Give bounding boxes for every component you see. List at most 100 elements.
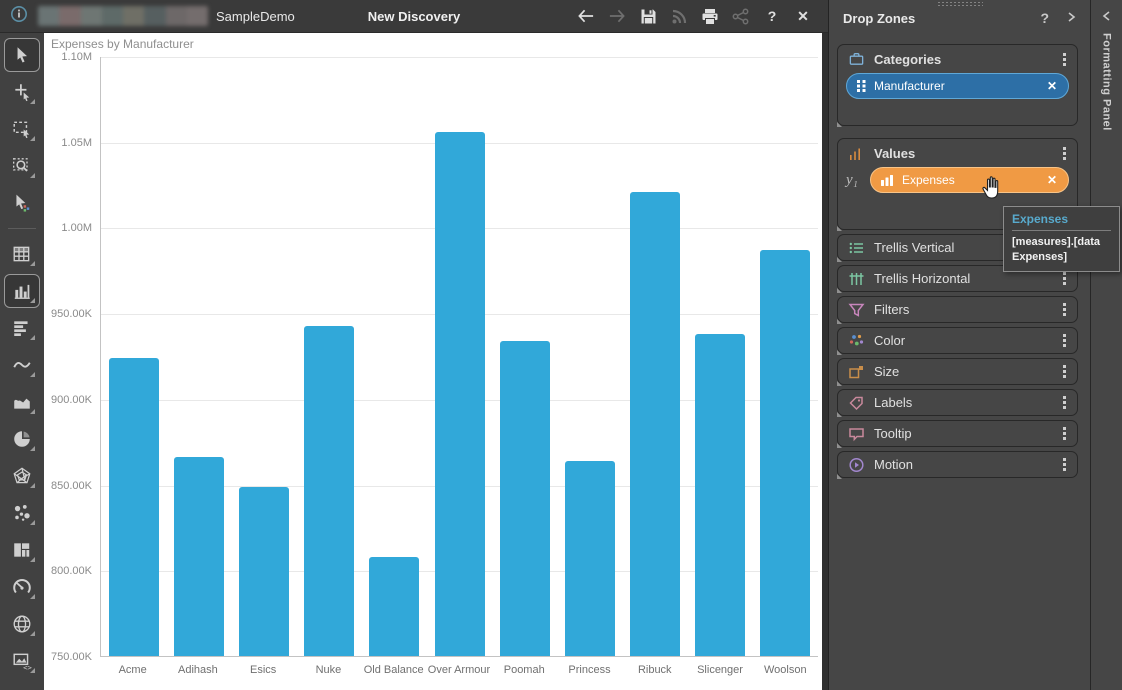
y-tick-label: 800.00K [51, 565, 92, 577]
tool-scatter-chart[interactable] [4, 496, 40, 530]
tool-map-chart[interactable] [4, 607, 40, 641]
panel-collapse-icon[interactable] [1066, 10, 1076, 26]
zone-labels[interactable]: Labels [837, 389, 1078, 416]
tool-pie-chart[interactable] [4, 422, 40, 456]
formatting-panel-label[interactable]: Formatting Panel [1101, 33, 1113, 131]
color-dots-icon [847, 333, 865, 349]
bar-acme[interactable] [109, 358, 159, 656]
y-tick-label: 1.10M [61, 51, 92, 63]
formatting-panel-expand-icon[interactable] [1102, 9, 1112, 27]
size-rect-icon [847, 364, 865, 380]
field-tooltip-body: [measures].[data Expenses] [1012, 235, 1111, 265]
bar-slicenger[interactable] [695, 334, 745, 656]
tool-treemap-chart[interactable] [4, 533, 40, 567]
manufacturer-pill-label: Manufacturer [874, 79, 945, 93]
save-icon[interactable] [639, 7, 657, 25]
bar-old-balance[interactable] [369, 557, 419, 656]
tool-hbar-chart[interactable] [4, 311, 40, 345]
bar-woolson[interactable] [760, 250, 810, 656]
label-tag-icon [847, 395, 865, 411]
tool-radar-chart[interactable] [4, 459, 40, 493]
x-tick-label: Nuke [296, 664, 361, 676]
zone-size[interactable]: Size [837, 358, 1078, 385]
close-icon[interactable]: ✕ [794, 7, 812, 25]
values-label: Values [874, 146, 915, 161]
x-tick-label: Over Armour [426, 664, 491, 676]
remove-expenses-icon[interactable]: ✕ [1047, 173, 1057, 187]
tool-line-chart[interactable] [4, 348, 40, 382]
panel-drag-handle[interactable] [937, 1, 983, 6]
zone-menu-icon[interactable] [1061, 361, 1068, 382]
categories-menu-icon[interactable] [1061, 49, 1068, 70]
tool-custom-visual[interactable]: <> [4, 644, 40, 678]
bar-nuke[interactable] [304, 326, 354, 656]
tool-area-chart[interactable] [4, 385, 40, 419]
chart-canvas[interactable]: Expenses by Manufacturer 750.00K800.00K8… [44, 33, 822, 690]
tool-bar-chart[interactable] [4, 274, 40, 308]
bar-princess[interactable] [565, 461, 615, 656]
bar-esics[interactable] [239, 487, 289, 656]
zone-label: Filters [874, 302, 909, 317]
feed-icon [670, 7, 688, 25]
trellis-horizontal-icon [847, 271, 865, 287]
field-tooltip: Expenses [measures].[data Expenses] [1003, 206, 1120, 272]
zone-label: Trellis Horizontal [874, 271, 970, 286]
zone-filters[interactable]: Filters [837, 296, 1078, 323]
zone-menu-icon[interactable] [1061, 423, 1068, 444]
expenses-pill-label: Expenses [902, 173, 955, 187]
zone-label: Trellis Vertical [874, 240, 954, 255]
measure-bars-icon [881, 175, 894, 186]
zone-menu-icon[interactable] [1061, 392, 1068, 413]
zone-menu-icon[interactable] [1061, 454, 1068, 475]
bar-poomah[interactable] [500, 341, 550, 656]
toolbar-separator [8, 228, 36, 229]
x-tick-label: Slicenger [687, 664, 752, 676]
remove-manufacturer-icon[interactable]: ✕ [1047, 79, 1057, 93]
dimension-grid-icon [857, 80, 866, 92]
back-icon[interactable] [577, 7, 595, 25]
tool-zoom-select[interactable] [4, 149, 40, 183]
x-axis-labels: AcmeAdihashEsicsNukeOld BalanceOver Armo… [100, 664, 818, 676]
y-tick-label: 850.00K [51, 480, 92, 492]
zone-tooltip[interactable]: Tooltip [837, 420, 1078, 447]
zone-motion[interactable]: Motion [837, 451, 1078, 478]
help-icon[interactable]: ? [763, 7, 781, 25]
tool-datapoint-select[interactable] [4, 186, 40, 220]
zone-color[interactable]: Color [837, 327, 1078, 354]
title-bar: SampleDemo New Discovery ?✕ [0, 0, 828, 33]
zone-label: Tooltip [874, 426, 912, 441]
bar-ribuck[interactable] [630, 192, 680, 656]
x-tick-label: Adihash [165, 664, 230, 676]
zone-menu-icon[interactable] [1061, 299, 1068, 320]
manufacturer-pill[interactable]: Manufacturer ✕ [846, 73, 1069, 99]
expenses-pill[interactable]: Expenses ✕ [870, 167, 1069, 193]
x-tick-label: Princess [557, 664, 622, 676]
zone-label: Color [874, 333, 905, 348]
tool-marquee-select[interactable] [4, 112, 40, 146]
tool-select-arrow[interactable] [4, 38, 40, 72]
titlebar-actions: ?✕ [577, 7, 828, 25]
share-icon [732, 7, 750, 25]
tool-gauge-chart[interactable] [4, 570, 40, 604]
panel-help-icon[interactable]: ? [1040, 10, 1049, 26]
y-tick-label: 1.00M [61, 222, 92, 234]
chart-title: Expenses by Manufacturer [51, 37, 194, 51]
info-icon[interactable] [10, 5, 28, 28]
y-tick-label: 900.00K [51, 394, 92, 406]
categories-icon [847, 51, 865, 67]
drop-zones-panel: Drop Zones ? Categories [828, 0, 1090, 690]
values-menu-icon[interactable] [1061, 143, 1068, 164]
bar-adihash[interactable] [174, 457, 224, 656]
drop-zones-title: Drop Zones [843, 11, 915, 26]
zone-categories[interactable]: Categories Manufacturer ✕ [837, 44, 1078, 126]
tool-crosstab-chart[interactable] [4, 237, 40, 271]
y-tick-label: 1.05M [61, 137, 92, 149]
tool-pointer-add[interactable] [4, 75, 40, 109]
zone-menu-icon[interactable] [1061, 330, 1068, 351]
bar-over-armour[interactable] [435, 132, 485, 656]
formatting-panel-strip: Formatting Panel [1090, 0, 1122, 690]
y-tick-label: 950.00K [51, 308, 92, 320]
print-icon[interactable] [701, 7, 719, 25]
forward-icon [608, 7, 626, 25]
filter-funnel-icon [847, 302, 865, 318]
